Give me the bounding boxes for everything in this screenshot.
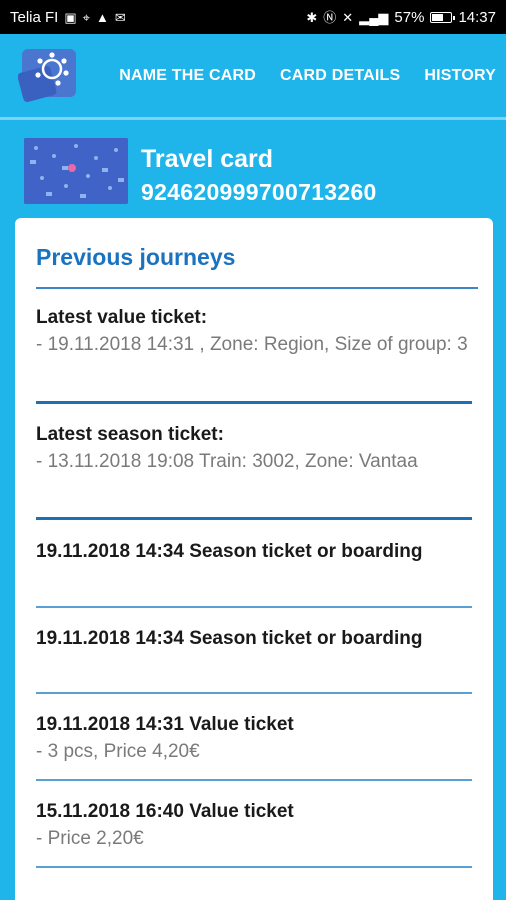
history-details: - Price 2,20€ [36, 828, 144, 849]
travel-card-image [24, 138, 128, 204]
header-divider [0, 117, 506, 120]
notification-icon: ▲ [95, 9, 109, 25]
battery-icon [430, 11, 456, 23]
top-nav: NAME THE CARD CARD DETAILS HISTORY [119, 34, 496, 118]
entry-details: - 19.11.2018 14:31 , Zone: Region, Size … [36, 334, 468, 355]
history-heading: 15.11.2018 16:40 Value ticket [36, 801, 294, 822]
card-title: Travel card [141, 145, 274, 173]
nfc-icon: Ⓝ [323, 9, 337, 25]
divider [36, 287, 478, 289]
carrier-label: Telia FI [10, 8, 59, 26]
status-bar: Telia FI ▣ ⌖ ▲ ✉ ✱ Ⓝ ✕ ▂▄▆ 57% 14:37 [0, 0, 506, 34]
history-item[interactable]: 15.11.2018 16:40 Value ticket - Price 2,… [36, 798, 472, 852]
journeys-panel: Previous journeys Latest value ticket: -… [15, 218, 493, 900]
history-details: - 3 pcs, Price 4,20€ [36, 741, 200, 762]
sim-card-icon: ▣ [64, 9, 77, 25]
card-number: 9246209997007132​60 [141, 179, 377, 205]
nav-history[interactable]: HISTORY [424, 67, 496, 85]
nav-name-the-card[interactable]: NAME THE CARD [119, 67, 256, 85]
app-header: NAME THE CARD CARD DETAILS HISTORY [0, 34, 506, 118]
nav-card-details[interactable]: CARD DETAILS [280, 67, 400, 85]
history-item[interactable]: 19.11.2018 14:34 Season ticket or boardi… [36, 625, 472, 652]
divider [36, 692, 472, 694]
mute-icon: ✕ [342, 9, 354, 25]
location-icon: ⌖ [82, 9, 90, 25]
panel-title: Previous journeys [36, 244, 236, 270]
latest-season-ticket: Latest season ticket: - 13.11.2018 19:08… [36, 421, 472, 475]
battery-percent: 57% [394, 8, 425, 26]
divider [36, 866, 472, 868]
divider [36, 401, 472, 404]
entry-heading: Latest value ticket: [36, 307, 208, 328]
signal-icon: ▂▄▆ [359, 9, 389, 25]
history-heading: 19.11.2018 14:31 Value ticket [36, 714, 294, 735]
latest-value-ticket: Latest value ticket: - 19.11.2018 14:31 … [36, 304, 472, 358]
divider [36, 606, 472, 608]
bluetooth-icon: ✱ [306, 9, 318, 25]
history-heading: 19.11.2018 14:34 Season ticket or boardi… [36, 628, 423, 649]
mail-icon: ✉ [114, 9, 126, 25]
history-heading: 19.11.2018 14:34 Season ticket or boardi… [36, 541, 423, 562]
clock: 14:37 [458, 8, 496, 26]
history-item[interactable]: 19.11.2018 14:31 Value ticket - 3 pcs, P… [36, 711, 472, 765]
entry-details: - 13.11.2018 19:08 Train: 3002, Zone: Va… [36, 451, 418, 472]
app-logo-icon[interactable] [18, 47, 78, 103]
divider [36, 779, 472, 781]
history-item[interactable]: 19.11.2018 14:34 Season ticket or boardi… [36, 538, 472, 565]
divider [36, 517, 472, 520]
entry-heading: Latest season ticket: [36, 424, 224, 445]
